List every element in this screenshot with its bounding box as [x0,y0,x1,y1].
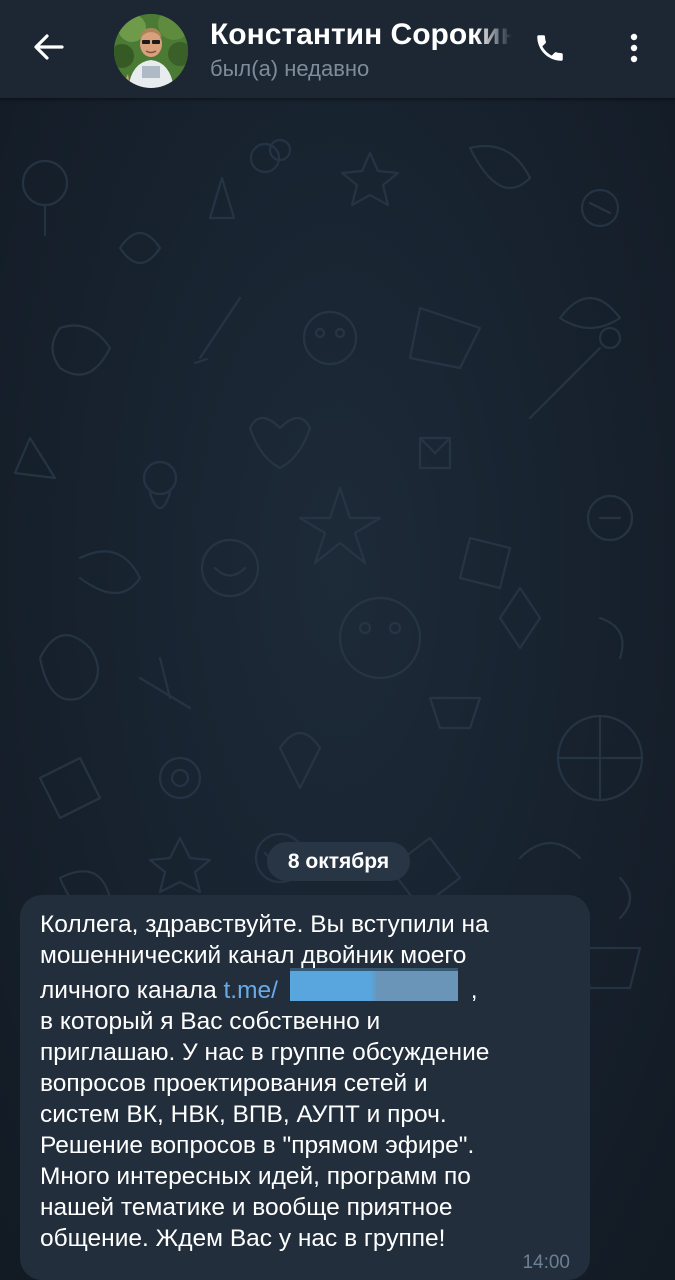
date-separator: 8 октября [267,842,410,881]
contact-name[interactable]: Константин Сорокин [210,18,512,52]
more-options-button[interactable] [614,26,654,74]
phone-icon [533,31,567,70]
message-text: Коллега, здравствуйте. Вы вступили на мо… [40,909,580,1254]
arrow-left-icon [34,33,64,65]
message-text-part2: в который я Вас собственно и приглашаю. … [40,1008,490,1252]
message-text-after-link: , [470,977,478,1004]
message-bubble[interactable]: Коллега, здравствуйте. Вы вступили на мо… [20,895,590,1280]
redacted-link-block [289,971,458,1001]
contact-avatar[interactable] [114,14,188,88]
chat-header: Константин Сорокин был(а) недавно [0,0,675,98]
call-button[interactable] [526,26,574,74]
message-link[interactable]: t.me/ [224,977,278,1004]
message-time: 14:00 [522,1252,570,1273]
more-vertical-icon [630,33,638,68]
contact-status: был(а) недавно [210,56,370,81]
back-button[interactable] [22,24,76,74]
